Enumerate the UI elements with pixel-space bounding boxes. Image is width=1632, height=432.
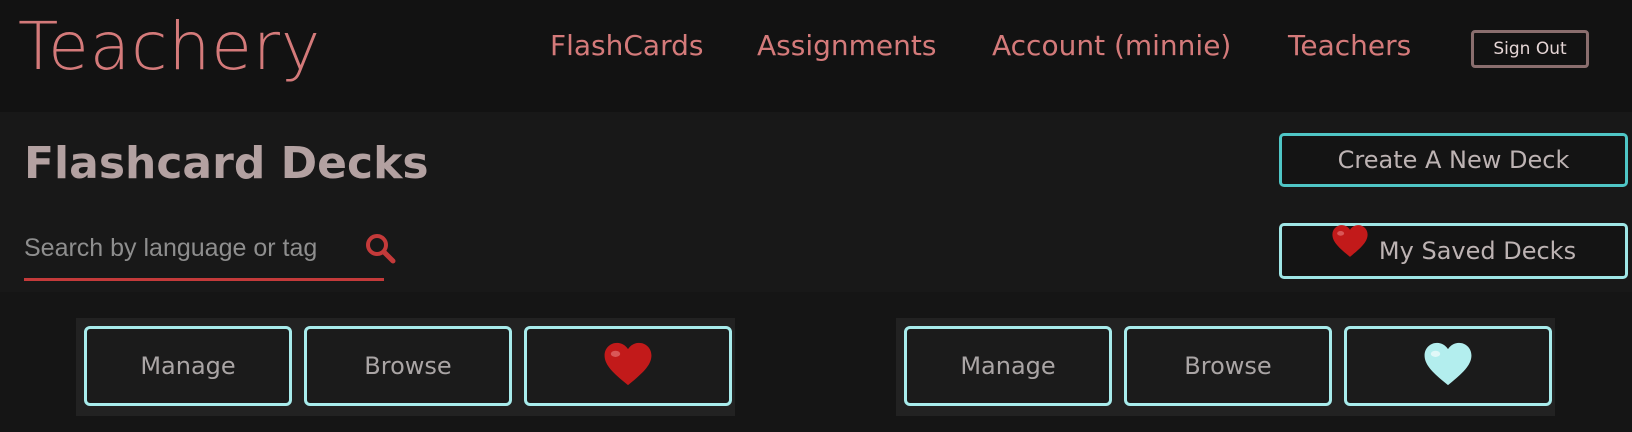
search-input[interactable] — [24, 220, 364, 276]
heart-icon — [1331, 224, 1369, 275]
heart-icon — [1424, 342, 1472, 386]
top-navbar: Teachery FlashCards Assignments Account … — [0, 0, 1632, 112]
saved-decks-button[interactable]: My Saved Decks — [1279, 223, 1628, 279]
deck-card: Manage Browse — [896, 318, 1555, 416]
saved-decks-label: My Saved Decks — [1378, 237, 1577, 265]
nav-link-assignments[interactable]: Assignments — [757, 26, 936, 66]
manage-button[interactable]: Manage — [84, 326, 292, 406]
brand-logo[interactable]: Teachery — [18, 2, 321, 92]
heart-icon — [604, 342, 652, 386]
page-title: Flashcard Decks — [24, 138, 429, 189]
sign-out-button[interactable]: Sign Out — [1471, 30, 1589, 68]
nav-link-account[interactable]: Account (minnie) — [992, 26, 1231, 66]
browse-button[interactable]: Browse — [1124, 326, 1332, 406]
search-box — [24, 220, 384, 282]
nav-link-flashcards[interactable]: FlashCards — [550, 26, 703, 66]
favorite-button[interactable] — [524, 326, 732, 406]
nav-link-teachers[interactable]: Teachers — [1288, 26, 1411, 66]
deck-card: Manage Browse — [76, 318, 735, 416]
favorite-button[interactable] — [1344, 326, 1552, 406]
create-deck-button[interactable]: Create A New Deck — [1279, 133, 1628, 187]
manage-button[interactable]: Manage — [904, 326, 1112, 406]
search-underline — [24, 278, 384, 281]
search-icon[interactable] — [360, 228, 400, 268]
browse-button[interactable]: Browse — [304, 326, 512, 406]
